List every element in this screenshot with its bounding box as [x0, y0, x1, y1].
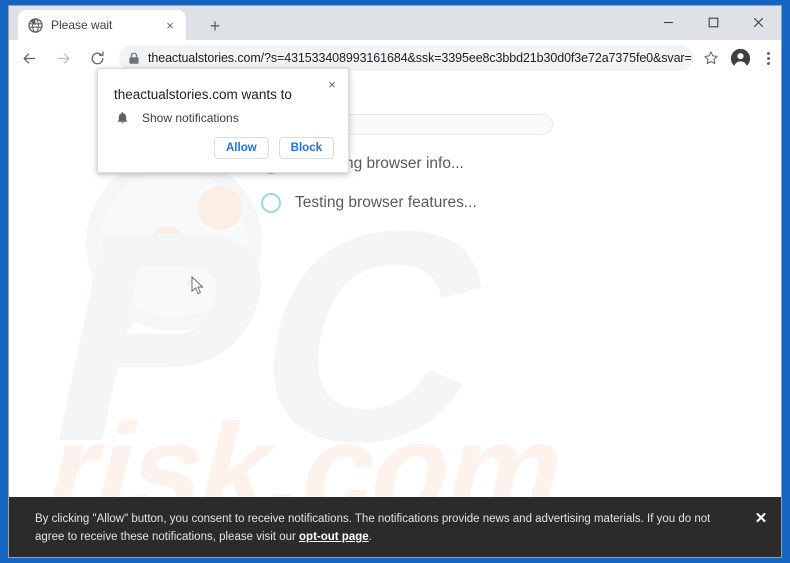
menu-dot	[766, 61, 770, 65]
url-text: theactualstories.com/?s=4315334089931616…	[148, 51, 693, 65]
bell-icon	[114, 110, 130, 126]
forward-button-icon[interactable]	[49, 44, 77, 72]
three-dot-menu-icon[interactable]	[755, 43, 781, 73]
status-step-label: Testing browser features...	[295, 194, 477, 211]
block-button[interactable]: Block	[278, 137, 334, 159]
maximize-button[interactable]	[691, 6, 736, 38]
pending-circle-icon	[261, 193, 281, 213]
star-icon[interactable]	[699, 46, 723, 70]
consent-text-before: By clicking "Allow" button, you consent …	[35, 513, 711, 543]
browser-window: Please wait × + theactualstories.com/?s=…	[8, 5, 782, 558]
dialog-title: theactualstories.com wants to	[114, 87, 292, 102]
notification-permission-dialog: × theactualstories.com wants to Show not…	[97, 68, 349, 173]
desktop-background: Please wait × + theactualstories.com/?s=…	[0, 0, 790, 563]
globe-icon	[27, 17, 43, 33]
tab-strip: Please wait × +	[9, 6, 781, 40]
tab-title: Please wait	[51, 18, 113, 32]
magnifier-watermark	[69, 151, 269, 411]
consent-banner: By clicking "Allow" button, you consent …	[9, 497, 781, 557]
consent-banner-text: By clicking "Allow" button, you consent …	[35, 510, 727, 546]
minimize-button[interactable]	[646, 6, 691, 38]
dialog-actions: Allow Block	[214, 137, 334, 159]
menu-dot	[766, 56, 770, 60]
menu-dot	[766, 51, 770, 55]
mouse-cursor	[191, 275, 205, 301]
back-button-icon[interactable]	[15, 44, 43, 72]
dialog-close-icon[interactable]: ×	[322, 74, 342, 94]
pc-watermark-text: PC	[25, 168, 522, 504]
profile-avatar[interactable]	[725, 43, 755, 73]
dialog-permission-label: Show notifications	[142, 111, 239, 125]
tab-close-icon[interactable]: ×	[162, 17, 178, 33]
close-window-button[interactable]	[736, 6, 781, 38]
allow-button[interactable]: Allow	[214, 137, 269, 159]
opt-out-link[interactable]: opt-out page	[299, 531, 369, 543]
consent-banner-close-icon[interactable]: ✕	[741, 509, 781, 527]
consent-text-after: .	[368, 531, 372, 543]
window-controls	[646, 6, 781, 38]
dialog-permission-row: Show notifications	[114, 110, 239, 126]
new-tab-button[interactable]: +	[202, 15, 228, 37]
status-step-testing: Testing browser features...	[261, 193, 561, 213]
browser-tab[interactable]: Please wait ×	[18, 10, 186, 40]
lock-icon	[123, 47, 145, 69]
